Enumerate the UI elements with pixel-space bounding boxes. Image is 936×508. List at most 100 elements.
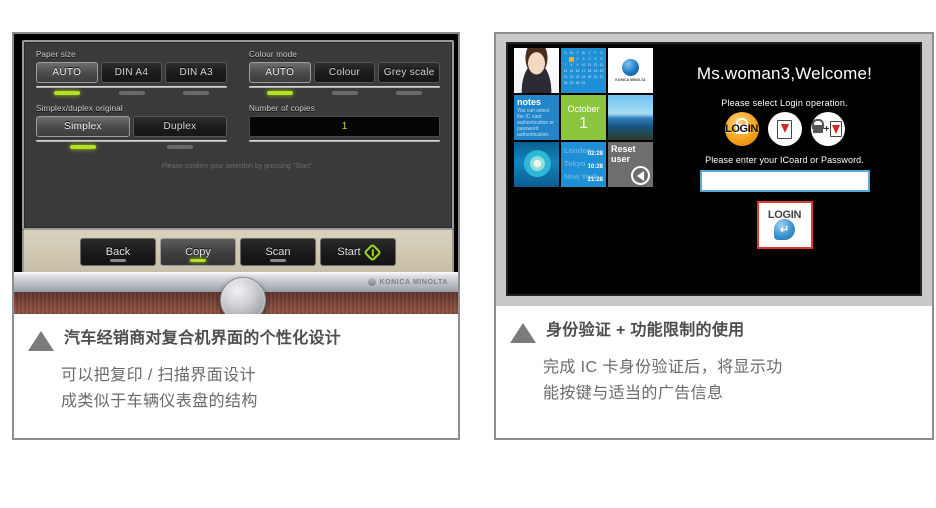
colour-mode-divider bbox=[249, 86, 440, 88]
left-caption-head: 汽车经销商对复合机界面的个性化设计 bbox=[28, 328, 444, 351]
calendar-cell: 7 bbox=[564, 63, 567, 67]
login-globe-icon: ↵ bbox=[774, 219, 795, 240]
scan-button-indicator bbox=[270, 259, 286, 262]
calendar-cell: 14 bbox=[563, 69, 568, 73]
paper-size-option-dina4[interactable]: DIN A4 bbox=[100, 62, 163, 83]
calendar-cell: T bbox=[576, 51, 579, 55]
indicator-colour-grey bbox=[378, 91, 440, 95]
login-area: Ms.woman3,Welcome! Please select Login o… bbox=[653, 44, 920, 294]
calendar-cell: 24 bbox=[581, 75, 586, 79]
action-button-bar: Back Copy Scan Start bbox=[22, 230, 454, 274]
login-method-buttons: LOGIN + bbox=[657, 112, 912, 146]
scan-button-label: Scan bbox=[265, 246, 291, 258]
triangle-bullet-icon bbox=[28, 331, 54, 351]
calendar-cell: 30 bbox=[575, 81, 580, 85]
calendar-cell: M bbox=[570, 51, 573, 55]
colour-mode-option-auto[interactable]: AUTO bbox=[249, 62, 311, 83]
calendar-cell: 20 bbox=[599, 69, 604, 73]
confirm-hint: Please confirm your selection by pressin… bbox=[161, 163, 315, 170]
left-caption-line1: 可以把复印 / 扫描界面设计 bbox=[61, 367, 256, 384]
back-button-indicator bbox=[110, 259, 126, 262]
paper-size-option-auto[interactable]: AUTO bbox=[36, 62, 98, 83]
lock-icon bbox=[812, 125, 823, 133]
left-caption-body: 可以把复印 / 扫描界面设计 成类似于车辆仪表盘的结构 bbox=[61, 363, 444, 415]
konica-minolta-globe-icon bbox=[622, 59, 639, 76]
colour-mode-option-greyscale[interactable]: Grey scale bbox=[378, 62, 441, 83]
select-login-prompt: Please select Login operation. bbox=[721, 98, 848, 108]
calendar-cell: 19 bbox=[593, 69, 598, 73]
copies-label: Number of copies bbox=[249, 104, 315, 113]
calendar-cell: 17 bbox=[581, 69, 586, 73]
power-icon bbox=[362, 242, 382, 262]
copier-panel-screenshot: Paper size AUTO DIN A4 DIN A3 Colour mod… bbox=[14, 34, 458, 314]
paper-size-indicators bbox=[36, 91, 227, 95]
simplex-duplex-buttons: Simplex Duplex bbox=[36, 116, 227, 137]
start-button-label: Start bbox=[337, 246, 361, 258]
copy-button[interactable]: Copy bbox=[160, 238, 236, 266]
touch-screen: S M T W T F S 1 2 3 4 5 6 7 8 9 10 11 12… bbox=[506, 42, 922, 296]
calendar-cell: 18 bbox=[587, 69, 592, 73]
tile-grid: S M T W T F S 1 2 3 4 5 6 7 8 9 10 11 12… bbox=[508, 44, 653, 294]
right-caption-head: 身份验证 + 功能限制的使用 bbox=[510, 320, 918, 343]
notes-tile[interactable]: notes You can select the IC card authent… bbox=[514, 95, 559, 140]
copier-touch-panel: Paper size AUTO DIN A4 DIN A3 Colour mod… bbox=[22, 40, 454, 230]
calendar-cell: 12 bbox=[593, 63, 598, 67]
colour-mode-option-colour[interactable]: Colour bbox=[313, 62, 376, 83]
indicator-colour-colour bbox=[314, 91, 376, 95]
start-button[interactable]: Start bbox=[320, 238, 396, 266]
indicator-colour-auto bbox=[249, 91, 311, 95]
indicator-paper-a4 bbox=[101, 91, 163, 95]
password-input[interactable] bbox=[699, 170, 870, 192]
simplex-duplex-label: Simplex/duplex original bbox=[36, 104, 123, 113]
calendar-cell: T bbox=[588, 51, 591, 55]
island-photo-tile bbox=[514, 142, 559, 187]
indicator-paper-a3 bbox=[165, 91, 227, 95]
indicator-duplex bbox=[133, 145, 227, 149]
copies-input[interactable]: 1 bbox=[249, 116, 440, 137]
colour-mode-group: Colour mode AUTO Colour Grey scale bbox=[249, 50, 441, 95]
copies-divider bbox=[249, 140, 440, 142]
right-caption-line1: 完成 IC 卡身份验证后，将显示功 bbox=[543, 359, 783, 376]
panel-bottom-row: Simplex/duplex original Simplex Duplex N… bbox=[36, 104, 440, 149]
copy-button-label: Copy bbox=[185, 246, 211, 258]
left-caption-line2: 成类似于车辆仪表盘的结构 bbox=[61, 393, 258, 410]
page-root: Paper size AUTO DIN A4 DIN A3 Colour mod… bbox=[0, 0, 936, 508]
calendar-cell: 4 bbox=[588, 57, 591, 61]
brand-tile-label: KONICA MINOLTA bbox=[615, 78, 646, 82]
clock-time: 10:28 bbox=[587, 164, 603, 170]
duplex-option[interactable]: Duplex bbox=[133, 116, 227, 137]
konica-minolta-logo-icon bbox=[368, 278, 377, 286]
calendar-cell: 8 bbox=[570, 63, 573, 67]
calendar-cell: 27 bbox=[599, 75, 604, 79]
paper-size-label: Paper size bbox=[36, 50, 76, 59]
calendar-cell: S bbox=[564, 51, 567, 55]
paper-size-option-dina3[interactable]: DIN A3 bbox=[165, 62, 228, 83]
simplex-duplex-indicators bbox=[36, 145, 227, 149]
ic-card-and-password-login-button[interactable]: + bbox=[810, 112, 845, 146]
welcome-message: Ms.woman3,Welcome! bbox=[696, 64, 873, 83]
calendar-cell: 5 bbox=[594, 57, 597, 61]
simplex-option[interactable]: Simplex bbox=[36, 116, 130, 137]
calendar-tile[interactable]: S M T W T F S 1 2 3 4 5 6 7 8 9 10 11 12… bbox=[561, 48, 606, 93]
ic-card-icon bbox=[830, 121, 843, 137]
password-login-button[interactable]: LOGIN bbox=[724, 112, 759, 146]
calendar-cell: F bbox=[594, 51, 597, 55]
ic-card-login-button[interactable] bbox=[767, 112, 802, 146]
scan-button[interactable]: Scan bbox=[240, 238, 316, 266]
calendar-cell: 15 bbox=[569, 69, 574, 73]
right-caption: 身份验证 + 功能限制的使用 完成 IC 卡身份验证后，将显示功 能按键与适当的… bbox=[496, 320, 932, 407]
notes-tile-body: You can select the IC card authenticatio… bbox=[517, 108, 554, 138]
copy-button-indicator bbox=[190, 259, 206, 262]
calendar-cell: 9 bbox=[576, 63, 579, 67]
clock-time: 21:28 bbox=[587, 177, 603, 183]
back-button[interactable]: Back bbox=[80, 238, 156, 266]
date-tile: October 1 bbox=[561, 95, 606, 140]
calendar-cell: 29 bbox=[569, 81, 574, 85]
reset-user-tile[interactable]: Reset user bbox=[608, 142, 653, 187]
konica-minolta-logo-text: KONICA MINOLTA bbox=[379, 278, 448, 286]
brand-tile: KONICA MINOLTA bbox=[608, 48, 653, 93]
left-card: Paper size AUTO DIN A4 DIN A3 Colour mod… bbox=[12, 32, 460, 440]
login-submit-button[interactable]: LOGIN ↵ bbox=[756, 201, 813, 249]
touch-screen-bezel: S M T W T F S 1 2 3 4 5 6 7 8 9 10 11 12… bbox=[496, 34, 932, 306]
beach-photo-tile bbox=[608, 95, 653, 140]
